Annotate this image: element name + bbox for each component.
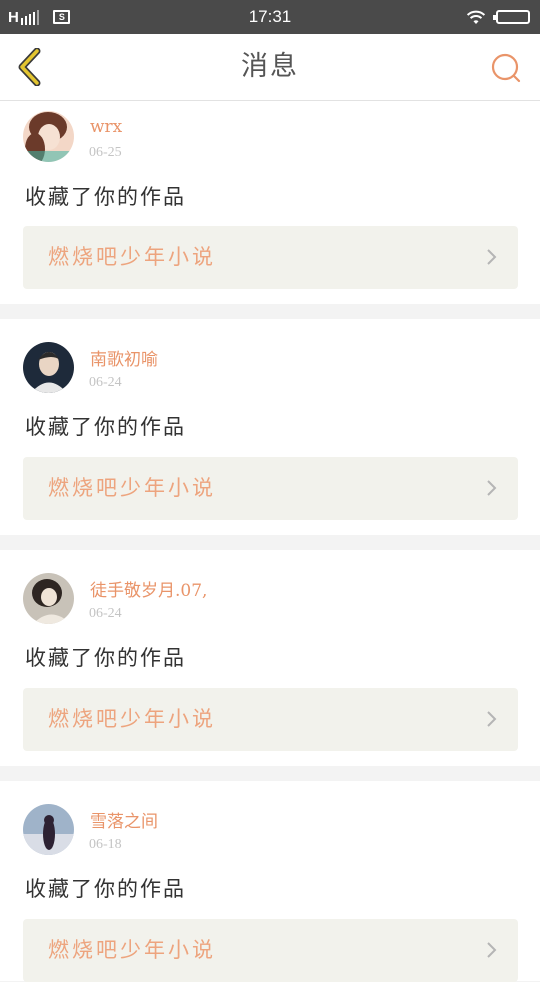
- avatar-image: [23, 573, 74, 624]
- avatar-image: [23, 804, 74, 855]
- message-card: wrx 06-25 收藏了你的作品 燃烧吧少年小说: [0, 101, 540, 304]
- chevron-right-icon: [487, 942, 497, 958]
- work-title: 燃烧吧少年小说: [48, 707, 216, 731]
- status-bar: H S 17:31: [0, 0, 540, 34]
- chevron-right-icon: [487, 480, 497, 496]
- work-title: 燃烧吧少年小说: [48, 938, 216, 962]
- top-navigation-bar: 消息: [0, 34, 540, 101]
- message-card: 雪落之间 06-18 收藏了你的作品 燃烧吧少年小说: [0, 781, 540, 982]
- search-button[interactable]: [486, 48, 526, 88]
- battery-icon: [493, 10, 530, 24]
- message-date: 06-25: [89, 145, 122, 160]
- user-name[interactable]: 雪落之间: [90, 807, 158, 832]
- user-name[interactable]: 徒手敬岁月.07,: [90, 576, 207, 601]
- user-avatar[interactable]: [23, 573, 74, 624]
- status-right: [466, 0, 530, 34]
- work-title: 燃烧吧少年小说: [48, 476, 216, 500]
- message-text: 收藏了你的作品: [25, 415, 186, 439]
- work-link[interactable]: 燃烧吧少年小说: [23, 688, 518, 751]
- chevron-right-icon: [487, 249, 497, 265]
- work-link[interactable]: 燃烧吧少年小说: [23, 457, 518, 520]
- page-title: 消息: [241, 51, 299, 82]
- message-date: 06-24: [89, 375, 122, 390]
- search-icon: [491, 53, 521, 83]
- work-link[interactable]: 燃烧吧少年小说: [23, 226, 518, 289]
- message-card: 徒手敬岁月.07, 06-24 收藏了你的作品 燃烧吧少年小说: [0, 550, 540, 766]
- wifi-icon: [466, 10, 486, 24]
- message-text: 收藏了你的作品: [25, 646, 186, 670]
- message-card: 南歌初喻 06-24 收藏了你的作品 燃烧吧少年小说: [0, 319, 540, 535]
- user-name[interactable]: 南歌初喻: [90, 345, 158, 370]
- user-avatar[interactable]: [23, 111, 74, 162]
- avatar-image: [23, 111, 74, 162]
- user-avatar[interactable]: [23, 804, 74, 855]
- avatar-image: [23, 342, 74, 393]
- work-link[interactable]: 燃烧吧少年小说: [23, 919, 518, 982]
- message-date: 06-24: [89, 606, 122, 621]
- user-name[interactable]: wrx: [90, 117, 122, 137]
- chevron-right-icon: [487, 711, 497, 727]
- message-text: 收藏了你的作品: [25, 185, 186, 209]
- message-text: 收藏了你的作品: [25, 877, 186, 901]
- work-title: 燃烧吧少年小说: [48, 245, 216, 269]
- message-date: 06-18: [89, 837, 122, 852]
- user-avatar[interactable]: [23, 342, 74, 393]
- status-time: 17:31: [248, 7, 292, 26]
